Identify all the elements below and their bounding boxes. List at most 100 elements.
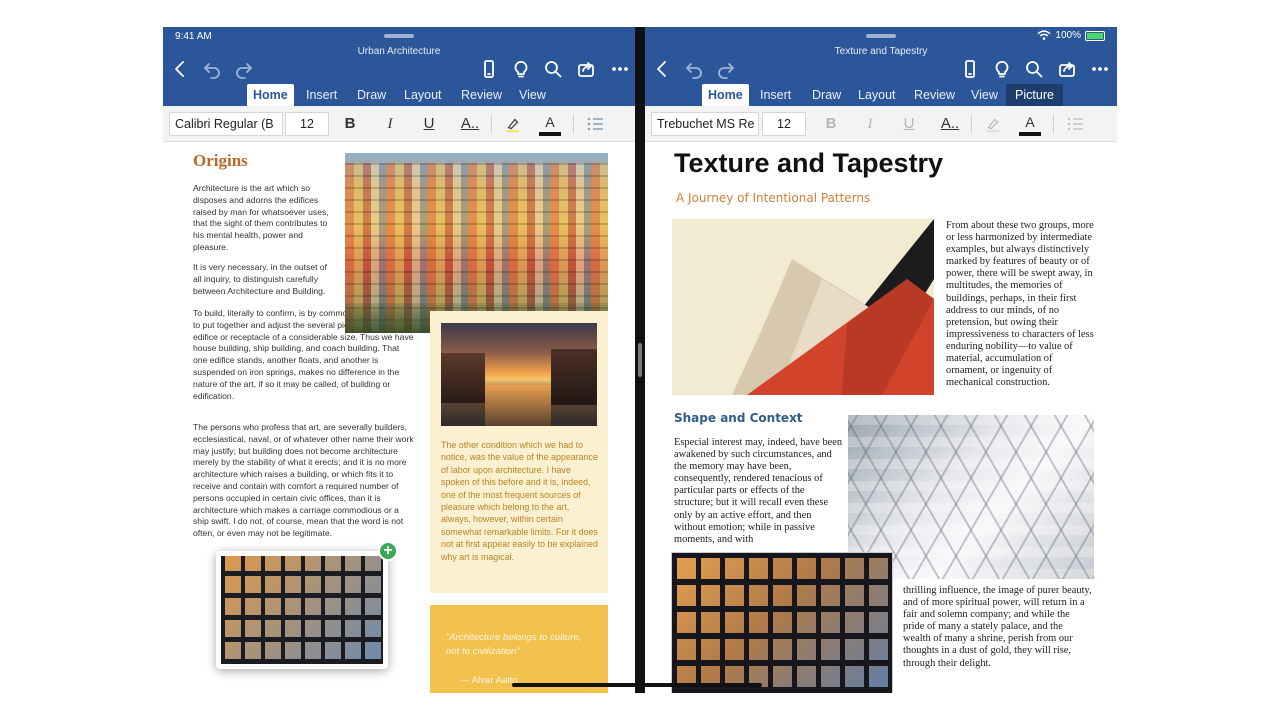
section-heading: Origins <box>193 151 248 170</box>
split-view-divider[interactable] <box>635 27 645 693</box>
tab-draw[interactable]: Draw <box>806 84 847 106</box>
more-icon[interactable] <box>1089 58 1111 80</box>
phone-icon[interactable] <box>478 58 500 80</box>
font-color-icon[interactable]: A <box>538 112 562 136</box>
paragraph: Especial interest may, indeed, have been… <box>674 437 843 545</box>
font-name-field[interactable]: Calibri Regular (B <box>169 112 283 136</box>
undo-icon[interactable] <box>683 58 705 80</box>
dragged-image-preview[interactable]: + <box>216 541 398 669</box>
document-page[interactable]: Texture and Tapestry A Journey of Intent… <box>645 143 1117 693</box>
paragraph: thrilling influence, the image of purer … <box>903 585 1092 669</box>
home-toolbar: Calibri Regular (B 12 B I U A.. A <box>163 106 635 142</box>
phone-icon[interactable] <box>959 58 981 80</box>
abstract-building-photo[interactable] <box>672 219 934 395</box>
battery-icon <box>1085 30 1105 41</box>
tab-view[interactable]: View <box>965 84 1004 106</box>
document-heading: Texture and Tapestry <box>674 148 944 178</box>
buildings-right <box>551 349 597 405</box>
building-facade-photo[interactable] <box>672 553 892 693</box>
add-icon: + <box>378 541 398 561</box>
document-page[interactable]: Origins Architecture is the art which so… <box>163 143 635 693</box>
tab-review[interactable]: Review <box>455 84 508 106</box>
tab-review[interactable]: Review <box>908 84 961 106</box>
lightbulb-icon[interactable] <box>991 58 1013 80</box>
ribbon-tabs: Home Insert Draw Layout Review View <box>163 84 635 106</box>
text-effects-icon[interactable]: A.. <box>455 112 485 136</box>
multitask-handle[interactable] <box>866 34 896 38</box>
status-time: 9:41 AM <box>175 31 212 42</box>
venice-canal-photo[interactable] <box>441 323 597 426</box>
tab-layout[interactable]: Layout <box>852 84 902 106</box>
paragraph: The persons who profess that art, are se… <box>193 422 414 539</box>
building-facade-photo <box>221 556 383 664</box>
sidebar-box: The other condition which we had to noti… <box>430 311 608 593</box>
home-toolbar: Trebuchet MS Re 12 B I U A.. A <box>645 106 1117 142</box>
separator <box>573 115 574 133</box>
battery-percent: 100% <box>1055 30 1081 41</box>
home-indicator[interactable] <box>512 683 762 687</box>
facade-grid <box>221 556 383 664</box>
font-name-field[interactable]: Trebuchet MS Re <box>651 112 759 136</box>
back-icon[interactable] <box>651 58 673 80</box>
left-document-pane: 9:41 AM Urban Architecture Home Insert D… <box>163 27 635 693</box>
abstract-shapes <box>732 219 934 395</box>
tab-draw[interactable]: Draw <box>351 84 392 106</box>
highlighter-icon[interactable] <box>501 112 525 136</box>
tab-view[interactable]: View <box>513 84 552 106</box>
italic-icon[interactable]: I <box>858 112 882 136</box>
separator <box>491 115 492 133</box>
paragraph: It is very necessary, in the outset of a… <box>193 262 328 296</box>
bold-icon[interactable]: B <box>338 112 362 136</box>
search-icon[interactable] <box>1023 58 1045 80</box>
tab-home[interactable]: Home <box>247 84 294 106</box>
more-icon[interactable] <box>609 58 631 80</box>
section-heading: Shape and Context <box>674 411 803 425</box>
redo-icon[interactable] <box>715 58 737 80</box>
right-document-pane: 100% Texture and Tapestry Home Insert Dr… <box>645 27 1117 693</box>
tab-insert[interactable]: Insert <box>300 84 343 106</box>
tab-layout[interactable]: Layout <box>398 84 448 106</box>
tab-home[interactable]: Home <box>702 84 749 106</box>
ribbon: 9:41 AM Urban Architecture Home Insert D… <box>163 27 635 106</box>
wifi-icon <box>1037 30 1052 40</box>
split-view-screen: 9:41 AM Urban Architecture Home Insert D… <box>163 27 1117 693</box>
ribbon-tabs: Home Insert Draw Layout Review View Pict… <box>645 84 1117 106</box>
share-icon[interactable] <box>575 58 597 80</box>
back-icon[interactable] <box>169 58 191 80</box>
canal-water <box>485 385 551 426</box>
underline-icon[interactable]: U <box>417 112 441 136</box>
colorful-houses-photo[interactable] <box>345 153 608 333</box>
bullets-icon[interactable] <box>1063 112 1087 136</box>
share-icon[interactable] <box>1056 58 1078 80</box>
font-color-icon[interactable]: A <box>1018 112 1042 136</box>
quote-box: “Architecture belongs to culture, not to… <box>430 605 608 693</box>
document-subtitle: A Journey of Intentional Patterns <box>676 191 871 205</box>
buildings-left <box>441 353 485 403</box>
paragraph: From about these two groups, more or les… <box>946 220 1094 389</box>
sidebar-text: The other condition which we had to noti… <box>441 440 598 562</box>
ribbon: 100% Texture and Tapestry Home Insert Dr… <box>645 27 1117 106</box>
underline-icon[interactable]: U <box>897 112 921 136</box>
multitask-handle[interactable] <box>384 34 414 38</box>
highlighter-icon[interactable] <box>981 112 1005 136</box>
facade-grid <box>672 553 892 693</box>
separator <box>971 115 972 133</box>
lightbulb-icon[interactable] <box>510 58 532 80</box>
tab-insert[interactable]: Insert <box>754 84 797 106</box>
italic-icon[interactable]: I <box>378 112 402 136</box>
status-indicators: 100% <box>1037 30 1105 41</box>
search-icon[interactable] <box>542 58 564 80</box>
redo-icon[interactable] <box>233 58 255 80</box>
bold-icon[interactable]: B <box>819 112 843 136</box>
paragraph: Architecture is the art which so dispose… <box>193 183 329 252</box>
separator <box>1053 115 1054 133</box>
bullets-icon[interactable] <box>583 112 607 136</box>
divider-grip[interactable] <box>638 343 642 377</box>
document-title: Texture and Tapestry <box>834 46 928 57</box>
font-size-field[interactable]: 12 <box>285 112 329 136</box>
undo-icon[interactable] <box>201 58 223 80</box>
font-size-field[interactable]: 12 <box>762 112 806 136</box>
text-effects-icon[interactable]: A.. <box>935 112 965 136</box>
tab-picture[interactable]: Picture <box>1006 84 1063 106</box>
document-title: Urban Architecture <box>357 46 441 57</box>
